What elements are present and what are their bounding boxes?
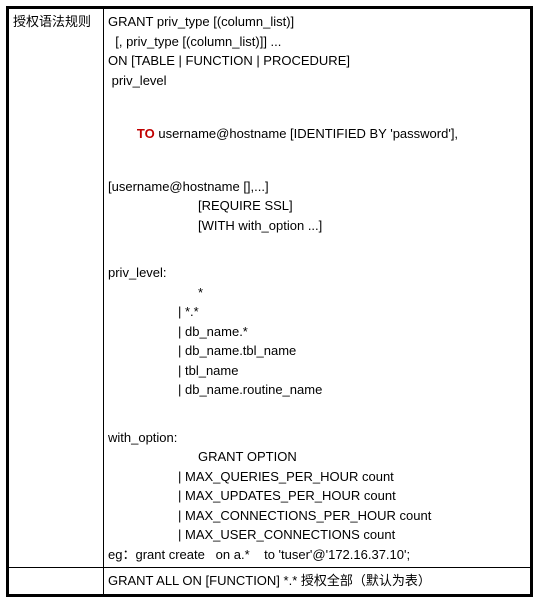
to-rest: username@hostname [IDENTIFIED BY 'passwo… xyxy=(155,126,458,141)
priv-level-opt: | *.* xyxy=(108,302,526,322)
syntax-line: [WITH with_option ...] xyxy=(108,216,526,236)
syntax-line: [, priv_type [(column_list)]] ... xyxy=(108,32,526,52)
syntax-line: [REQUIRE SSL] xyxy=(108,196,526,216)
with-option-opt: GRANT OPTION xyxy=(108,447,526,467)
with-option-opt: | MAX_USER_CONNECTIONS count xyxy=(108,525,526,545)
syntax-to-line: TO username@hostname [IDENTIFIED BY 'pas… xyxy=(108,104,526,163)
with-option-opt: | MAX_CONNECTIONS_PER_HOUR count xyxy=(108,506,526,526)
priv-level-header: priv_level: xyxy=(108,263,526,283)
syntax-table: 授权语法规则 GRANT priv_type [(column_list)] [… xyxy=(8,8,531,595)
priv-level-opt: | tbl_name xyxy=(108,361,526,381)
syntax-body: GRANT priv_type [(column_list)] [, priv_… xyxy=(104,9,531,568)
grant-syntax-table: 授权语法规则 GRANT priv_type [(column_list)] [… xyxy=(6,6,533,597)
grant-all-text: GRANT ALL ON [FUNCTION] *.* 授权全部（默认为表） xyxy=(104,568,531,595)
table-row: 授权语法规则 GRANT priv_type [(column_list)] [… xyxy=(9,9,531,568)
priv-level-opt: | db_name.routine_name xyxy=(108,380,526,400)
priv-level-opt: * xyxy=(108,283,526,303)
with-option-header: with_option: xyxy=(108,428,526,448)
syntax-line: [username@hostname [],...] xyxy=(108,177,526,197)
priv-level-opt: | db_name.tbl_name xyxy=(108,341,526,361)
priv-level-opt: | db_name.* xyxy=(108,322,526,342)
with-option-opt: | MAX_UPDATES_PER_HOUR count xyxy=(108,486,526,506)
syntax-line: priv_level xyxy=(108,71,526,91)
row-label: 授权语法规则 xyxy=(9,9,104,568)
example-line: eg：grant create on a.* to 'tuser'@'172.1… xyxy=(108,545,526,565)
to-keyword: TO xyxy=(137,126,155,141)
with-option-opt: | MAX_QUERIES_PER_HOUR count xyxy=(108,467,526,487)
row-label xyxy=(9,568,104,595)
syntax-line: GRANT priv_type [(column_list)] xyxy=(108,12,526,32)
table-row: GRANT ALL ON [FUNCTION] *.* 授权全部（默认为表） xyxy=(9,568,531,595)
syntax-line: ON [TABLE | FUNCTION | PROCEDURE] xyxy=(108,51,526,71)
